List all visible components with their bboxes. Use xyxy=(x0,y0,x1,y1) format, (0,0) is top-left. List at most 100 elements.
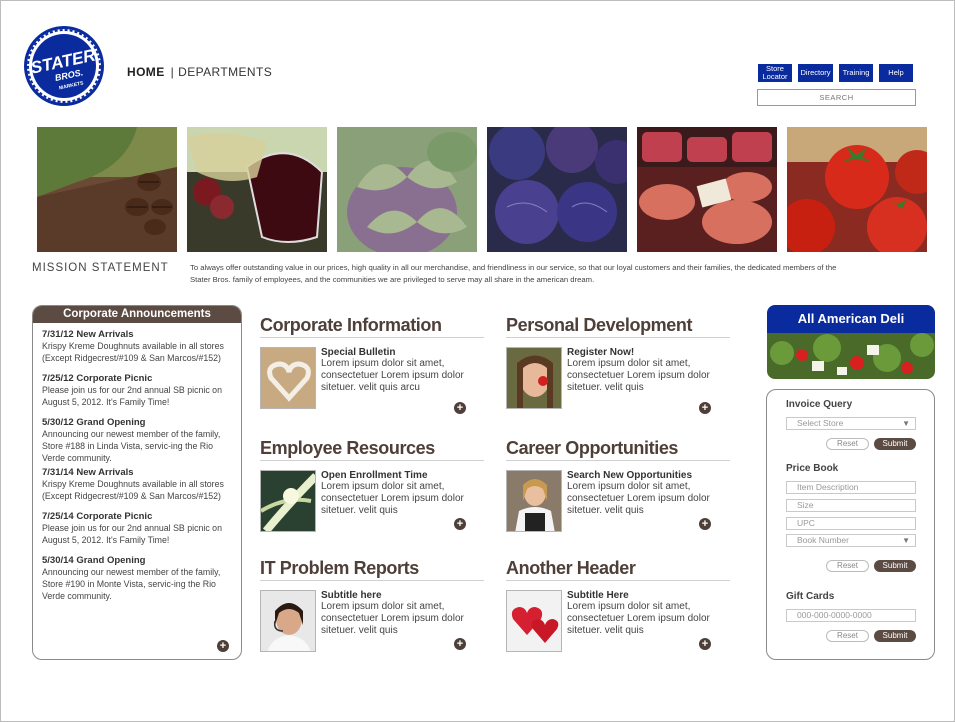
dropdown-arrow-icon: ▼ xyxy=(902,536,910,545)
stater-bros-logo[interactable]: STATER BROS. MARKETS xyxy=(23,25,105,107)
section-subtitle[interactable]: Register Now! xyxy=(567,347,730,358)
announcement-date: 5/30/14 Grand Opening xyxy=(42,555,146,566)
section-title: IT Problem Reports xyxy=(260,558,484,581)
corporate-information-section: Corporate Information Special Bulletin L… xyxy=(260,315,484,414)
nav-separator: | xyxy=(170,65,175,79)
announcement-body: Please join us for our 2nd annual SB pic… xyxy=(42,523,222,545)
section-subtitle[interactable]: Special Bulletin xyxy=(321,347,484,358)
chef-woman-thumbnail xyxy=(506,470,562,532)
directory-button[interactable]: Directory xyxy=(798,64,833,82)
announcement-item[interactable]: 7/25/12 Corporate Picnic Please join us … xyxy=(42,373,233,408)
section-title: Career Opportunities xyxy=(506,438,730,461)
section-subtitle[interactable]: Subtitle here xyxy=(321,590,484,601)
coffee-beans-photo xyxy=(37,127,177,252)
career-more-plus-icon[interactable]: + xyxy=(699,518,711,530)
meat-counter-photo xyxy=(637,127,777,252)
section-description: Lorem ipsum dolor sit amet, consectetuer… xyxy=(567,358,710,393)
nav-home-link[interactable]: HOME xyxy=(127,65,165,79)
deli-title: All American Deli xyxy=(767,305,935,333)
section-description: Lorem ipsum dolor sit amet, consectetuer… xyxy=(567,601,710,636)
pricebook-reset-button[interactable]: Reset xyxy=(826,560,869,572)
invoice-reset-button[interactable]: Reset xyxy=(826,438,869,450)
another-more-plus-icon[interactable]: + xyxy=(699,638,711,650)
section-title: Employee Resources xyxy=(260,438,484,461)
announcement-body: Announcing our newest member of the fami… xyxy=(42,429,221,463)
section-description: Lorem ipsum dolor sit amet, consectetuer… xyxy=(321,358,464,393)
announcements-more-plus-icon[interactable]: + xyxy=(217,640,229,652)
nav-departments-link[interactable]: DEPARTMENTS xyxy=(178,65,272,79)
invoice-submit-button[interactable]: Submit xyxy=(874,438,916,450)
giftcards-reset-button[interactable]: Reset xyxy=(826,630,869,642)
announcement-body: Please join us for our 2nd annual SB pic… xyxy=(42,385,222,407)
size-field[interactable]: Size xyxy=(786,499,916,512)
announcement-body: Announcing our newest member of the fami… xyxy=(42,567,221,601)
personal-more-plus-icon[interactable]: + xyxy=(699,402,711,414)
announcement-item[interactable]: 7/25/14 Corporate Picnic Please join us … xyxy=(42,511,233,546)
corporate-more-plus-icon[interactable]: + xyxy=(454,402,466,414)
career-opportunities-section: Career Opportunities Search New Opportun… xyxy=(506,438,730,532)
artichokes-photo xyxy=(337,127,477,252)
strawberry-hearts-thumbnail xyxy=(506,590,562,652)
announcement-date: 5/30/12 Grand Opening xyxy=(42,417,146,428)
corporate-announcements-panel: Corporate Announcements 7/31/12 New Arri… xyxy=(32,305,242,660)
price-book-label: Price Book xyxy=(786,463,839,474)
announcements-title: Corporate Announcements xyxy=(33,306,241,323)
announcement-date: 7/31/14 New Arrivals xyxy=(42,467,134,478)
mission-statement-title: MISSION STATEMENT xyxy=(32,262,169,274)
section-title: Another Header xyxy=(506,558,730,581)
dropdown-arrow-icon: ▼ xyxy=(902,419,910,428)
photo-banner xyxy=(37,127,927,252)
announcement-date: 7/25/14 Corporate Picnic xyxy=(42,511,153,522)
announcement-body: Krispy Kreme Doughnuts available in all … xyxy=(42,341,224,363)
item-description-field[interactable]: Item Description xyxy=(786,481,916,494)
announcement-date: 7/25/12 Corporate Picnic xyxy=(42,373,153,384)
employee-resources-section: Employee Resources Open Enrollment Time … xyxy=(260,438,484,532)
book-number-dropdown[interactable]: Book Number ▼ xyxy=(786,534,916,547)
upc-field[interactable]: UPC xyxy=(786,517,916,530)
personal-development-section: Personal Development Register Now! Lorem… xyxy=(506,315,730,414)
select-store-dropdown[interactable]: Select Store ▼ xyxy=(786,417,916,430)
woman-strawberry-thumbnail xyxy=(506,347,562,409)
announcements-list: 7/31/12 New Arrivals Krispy Kreme Doughn… xyxy=(33,323,241,602)
invoice-query-label: Invoice Query xyxy=(786,399,853,410)
gift-cards-label: Gift Cards xyxy=(786,591,835,602)
section-title: Personal Development xyxy=(506,315,730,338)
store-locator-button[interactable]: Store Locator xyxy=(758,64,792,82)
main-navigation: HOME | DEPARTMENTS xyxy=(127,65,272,79)
section-description: Lorem ipsum dolor sit amet, consectetuer… xyxy=(321,601,464,636)
announcement-body: Krispy Kreme Doughnuts available in all … xyxy=(42,479,224,501)
announcement-date: 7/31/12 New Arrivals xyxy=(42,329,134,340)
announcement-item[interactable]: 5/30/12 Grand Opening Announcing our new… xyxy=(42,417,233,464)
employee-more-plus-icon[interactable]: + xyxy=(454,518,466,530)
section-subtitle[interactable]: Open Enrollment Time xyxy=(321,470,484,481)
pricebook-submit-button[interactable]: Submit xyxy=(874,560,916,572)
section-subtitle[interactable]: Subtitle Here xyxy=(567,590,730,601)
section-description: Lorem ipsum dolor sit amet, consectetuer… xyxy=(321,481,464,516)
section-subtitle[interactable]: Search New Opportunities xyxy=(567,470,730,481)
abstract-leaf-thumbnail xyxy=(260,470,316,532)
giftcards-submit-button[interactable]: Submit xyxy=(874,630,916,642)
section-title: Corporate Information xyxy=(260,315,484,338)
it-problem-reports-section: IT Problem Reports Subtitle here Lorem i… xyxy=(260,558,484,652)
utility-buttons: Store Locator Directory Training Help xyxy=(758,64,913,82)
quick-forms-panel: Invoice Query Select Store ▼ Reset Submi… xyxy=(766,389,935,660)
announcement-item[interactable]: 7/31/12 New Arrivals Krispy Kreme Doughn… xyxy=(42,329,233,364)
mission-statement-text: To always offer outstanding value in our… xyxy=(190,263,837,284)
gift-card-number-field[interactable]: 000-000-0000-0000 xyxy=(786,609,916,622)
help-button[interactable]: Help xyxy=(879,64,913,82)
all-american-deli-banner[interactable]: All American Deli xyxy=(767,305,935,379)
another-header-section: Another Header Subtitle Here Lorem ipsum… xyxy=(506,558,730,652)
tomatoes-photo xyxy=(787,127,927,252)
heart-pretzel-thumbnail xyxy=(260,347,316,409)
search-input[interactable] xyxy=(757,89,916,106)
announcement-item[interactable]: 7/31/14 New Arrivals Krispy Kreme Doughn… xyxy=(42,467,233,502)
it-more-plus-icon[interactable]: + xyxy=(454,638,466,650)
section-description: Lorem ipsum dolor sit amet, consectetuer… xyxy=(567,481,710,516)
red-cabbage-photo xyxy=(487,127,627,252)
wine-glasses-photo xyxy=(187,127,327,252)
deli-salad-image xyxy=(767,333,935,379)
training-button[interactable]: Training xyxy=(839,64,873,82)
book-number-value: Book Number xyxy=(797,535,849,545)
support-agent-thumbnail xyxy=(260,590,316,652)
announcement-item[interactable]: 5/30/14 Grand Opening Announcing our new… xyxy=(42,555,233,602)
